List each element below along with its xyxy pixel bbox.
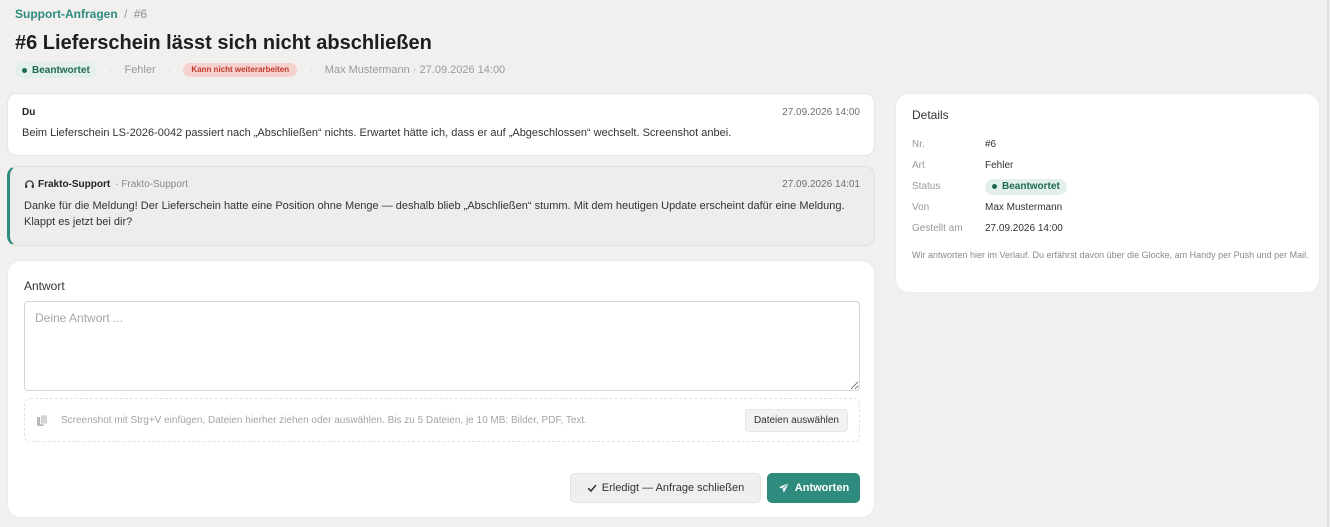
details-row-type: Art Fehler [912, 155, 1302, 176]
message-author: Frakto-Support [38, 179, 111, 190]
page-title: #6 Lieferschein lässt sich nicht abschli… [15, 32, 432, 54]
dropzone-hint: Screenshot mit Strg+V einfügen, Dateien … [61, 414, 587, 426]
details-list: Nr. #6 Art Fehler Status Beantwortet Von… [912, 134, 1302, 239]
details-label: Gestellt am [912, 223, 963, 234]
details-title: Details [912, 108, 949, 122]
message-header: Frakto-Support · Frakto-Support 27.09.20… [10, 167, 874, 190]
ticket-meta: Beantwortet · Fehler · Kann nicht weiter… [15, 62, 715, 78]
details-row-number: Nr. #6 [912, 134, 1302, 155]
breadcrumb-current: #6 [133, 7, 148, 21]
meta-separator: · [108, 64, 113, 76]
status-badge: Beantwortet [985, 178, 1067, 195]
status-badge-label: Beantwortet [1002, 181, 1060, 192]
send-reply-label: Antworten [794, 482, 850, 494]
send-reply-button[interactable]: Antworten [767, 473, 860, 503]
details-label: Von [912, 202, 930, 213]
message-time: 27.09.2026 14:00 [782, 107, 860, 118]
status-dot-icon [992, 184, 997, 189]
details-label: Status [912, 181, 941, 192]
reply-textarea[interactable] [24, 301, 860, 391]
message-time: 27.09.2026 14:01 [782, 179, 860, 190]
window-edge-divider [1327, 0, 1329, 527]
details-value: #6 [985, 139, 997, 150]
details-label: Nr. [912, 139, 925, 150]
message-body: Beim Lieferschein LS-2026-0042 passiert … [22, 127, 732, 139]
message-card-support: Frakto-Support · Frakto-Support 27.09.20… [7, 166, 875, 246]
close-request-label: Erledigt — Anfrage schließen [601, 482, 745, 494]
details-row-created: Gestellt am 27.09.2026 14:00 [912, 218, 1302, 239]
breadcrumb: Support-Anfragen / #6 [15, 7, 715, 21]
headset-icon [25, 180, 34, 188]
message-header: Du 27.09.2026 14:00 [8, 94, 874, 118]
copy-files-icon [37, 414, 48, 426]
status-badge-label: Beantwortet [32, 64, 90, 76]
details-label: Art [912, 160, 925, 171]
message-author-role: · Frakto-Support [115, 179, 189, 190]
checkmark-icon [587, 484, 597, 493]
breadcrumb-link-support-requests[interactable]: Support-Anfragen [15, 7, 118, 21]
reply-label: Antwort [24, 279, 65, 293]
details-row-from: Von Max Mustermann [912, 197, 1302, 218]
message-body: Danke für die Meldung! Der Lieferschein … [24, 200, 845, 228]
ticket-author-date: Max Mustermann · 27.09.2026 14:00 [324, 64, 506, 76]
meta-separator: · [309, 64, 313, 76]
paper-plane-icon [778, 482, 790, 493]
page-header: Support-Anfragen / #6 #6 Lieferschein lä… [15, 7, 715, 78]
reply-form: Antwort Screenshot mit Strg+V einfügen, … [7, 260, 875, 518]
details-value: Max Mustermann [985, 202, 1063, 213]
attachment-dropzone[interactable]: Screenshot mit Strg+V einfügen, Dateien … [24, 398, 860, 442]
breadcrumb-separator: / [124, 7, 128, 21]
close-request-button[interactable]: Erledigt — Anfrage schließen [570, 473, 761, 503]
status-badge: Beantwortet [15, 62, 97, 78]
details-panel: Details Nr. #6 Art Fehler Status Beantwo… [895, 93, 1320, 293]
message-author: Du [22, 107, 36, 118]
details-row-status: Status Beantwortet [912, 176, 1302, 197]
details-value: 27.09.2026 14:00 [985, 223, 1063, 234]
message-card-user: Du 27.09.2026 14:00 Beim Lieferschein LS… [7, 93, 875, 156]
details-value: Fehler [985, 160, 1014, 171]
priority-badge: Kann nicht weiterarbeiten [183, 63, 298, 77]
meta-separator: · [167, 64, 172, 76]
ticket-type: Fehler [124, 64, 156, 76]
status-dot-icon [22, 67, 27, 73]
message-author-block: Frakto-Support · Frakto-Support [24, 179, 188, 190]
details-note: Wir antworten hier im Verlauf. Du erfähr… [912, 250, 1309, 260]
choose-files-button[interactable]: Dateien auswählen [744, 408, 848, 432]
